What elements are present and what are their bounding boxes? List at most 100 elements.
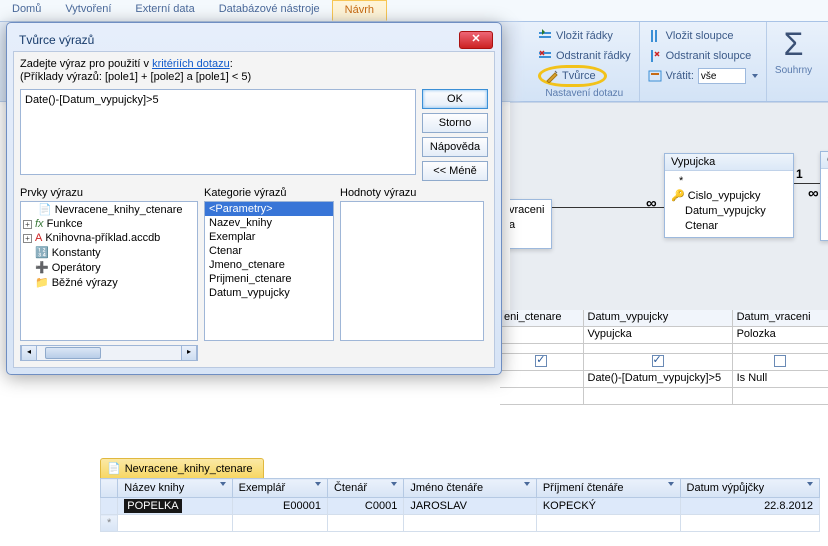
row-selector[interactable]	[101, 498, 118, 515]
chevron-down-icon[interactable]	[315, 482, 321, 486]
tab-create[interactable]: Vytvoření	[53, 0, 123, 21]
col-header[interactable]: Datum výpůjčky	[680, 479, 819, 498]
grid-criteria[interactable]	[500, 371, 584, 387]
delete-rows-icon	[538, 49, 552, 63]
show-checkbox[interactable]	[652, 355, 664, 367]
less-button[interactable]: << Méně	[422, 161, 488, 181]
list-item[interactable]: Exemplar	[205, 230, 333, 244]
query-icon: 📄	[38, 203, 52, 216]
return-input[interactable]	[698, 68, 746, 84]
col-header[interactable]: Čtenář	[327, 479, 403, 498]
main-tabs: Domů Vytvoření Externí data Databázové n…	[0, 0, 828, 22]
delete-cols-icon	[648, 49, 662, 63]
grid-field[interactable]: eni_ctenare	[500, 310, 584, 326]
ok-button[interactable]: OK	[422, 89, 488, 109]
col-header[interactable]: Příjmení čtenáře	[536, 479, 680, 498]
chevron-down-icon[interactable]	[807, 482, 813, 486]
new-row[interactable]: *	[101, 515, 820, 532]
expression-builder-dialog: Tvůrce výrazů ✕ Zadejte výraz pro použit…	[6, 22, 502, 375]
totals-label: Souhrny	[775, 65, 812, 76]
insert-rows-icon	[538, 29, 552, 43]
constants-icon: 🔢	[35, 246, 49, 259]
list-item[interactable]: Ctenar	[205, 244, 333, 258]
operators-icon: ➕	[35, 261, 49, 274]
tab-dbtools[interactable]: Databázové nástroje	[207, 0, 332, 21]
query-icon: 📄	[107, 462, 121, 475]
help-button[interactable]: Nápověda	[422, 137, 488, 157]
values-list[interactable]	[340, 201, 484, 341]
insert-cols-button[interactable]: Vložit sloupce	[648, 26, 758, 46]
grid-field[interactable]: Datum_vypujcky	[584, 310, 733, 326]
grid-table[interactable]	[500, 327, 584, 343]
grid-table[interactable]: Polozka	[733, 327, 828, 343]
field-item[interactable]: Datum_vypujcky	[671, 204, 787, 219]
select-all[interactable]	[101, 479, 118, 498]
return-icon	[648, 69, 662, 83]
expand-icon[interactable]: +	[23, 220, 32, 229]
dialog-instruction: Zadejte výraz pro použití v kritériích d…	[20, 58, 488, 70]
show-checkbox[interactable]	[535, 355, 547, 367]
field-item[interactable]: Ctenar	[671, 219, 787, 234]
table-row[interactable]: POPELKA E00001 C0001 JAROSLAV KOPECKÝ 22…	[101, 498, 820, 515]
cell[interactable]: POPELKA	[124, 499, 181, 513]
design-grid: eni_ctenare Datum_vypujcky Datum_vraceni…	[500, 310, 828, 405]
list-item[interactable]: Nazev_knihy	[205, 216, 333, 230]
criteria-link[interactable]: kritériích dotazu	[152, 58, 230, 70]
common-icon: 📁	[35, 276, 49, 289]
delete-rows-button[interactable]: Odstranit řádky	[538, 46, 631, 66]
expression-input[interactable]: Date()-[Datum_vypujcky]>5	[20, 89, 416, 175]
tab-design[interactable]: Návrh	[332, 0, 387, 21]
datasheet-tab[interactable]: 📄 Nevracene_knihy_ctenare	[100, 458, 264, 478]
rel-infinity: ∞	[646, 195, 657, 212]
cancel-button[interactable]: Storno	[422, 113, 488, 133]
cell[interactable]: KOPECKÝ	[536, 498, 680, 515]
show-checkbox[interactable]	[774, 355, 786, 367]
tab-external[interactable]: Externí data	[123, 0, 206, 21]
return-combo[interactable]: Vrátit:	[648, 66, 758, 86]
elements-tree[interactable]: 📄Nevracene_knihy_ctenare +fxFunkce +AKni…	[20, 201, 198, 341]
table-vypujcka[interactable]: Vypujcka * 🔑 Cislo_vypujcky Datum_vypujc…	[664, 153, 794, 238]
cell[interactable]: 22.8.2012	[680, 498, 819, 515]
chevron-down-icon[interactable]	[391, 482, 397, 486]
insert-rows-button[interactable]: Vložit řádky	[538, 26, 631, 46]
cell[interactable]: C0001	[327, 498, 403, 515]
grid-field[interactable]: Datum_vraceni	[733, 310, 828, 326]
panel-label: Hodnoty výrazu	[340, 187, 484, 199]
close-button[interactable]: ✕	[459, 31, 493, 49]
horizontal-scrollbar[interactable]: ◂ ▸	[20, 345, 198, 361]
delete-cols-button[interactable]: Odstranit sloupce	[648, 46, 758, 66]
chevron-down-icon[interactable]	[668, 482, 674, 486]
chevron-down-icon[interactable]	[524, 482, 530, 486]
grid-criteria[interactable]: Is Null	[733, 371, 828, 387]
database-icon: A	[35, 232, 42, 244]
insert-cols-icon	[648, 29, 662, 43]
col-header[interactable]: Název knihy	[118, 479, 232, 498]
chevron-down-icon[interactable]	[220, 482, 226, 486]
field-item[interactable]: 🔑 Cislo_vypujcky	[671, 189, 787, 204]
ribbon-group-label: Nastavení dotazu	[538, 88, 631, 99]
field-star[interactable]: *	[671, 174, 787, 189]
chevron-down-icon[interactable]	[752, 74, 758, 78]
expand-icon[interactable]: +	[23, 234, 32, 243]
col-header[interactable]: Exemplář	[232, 479, 327, 498]
list-item[interactable]: <Parametry>	[205, 202, 333, 216]
list-item[interactable]: Prijmeni_ctenare	[205, 272, 333, 286]
cell[interactable]: JAROSLAV	[404, 498, 537, 515]
table-ctenar-clip[interactable]: Ctena * 🔑	[820, 151, 828, 241]
categories-list[interactable]: <Parametry> Nazev_knihy Exemplar Ctenar …	[204, 201, 334, 341]
list-item[interactable]: Datum_vypujcky	[205, 286, 333, 300]
rel-infinity: ∞	[808, 185, 819, 202]
tab-home[interactable]: Domů	[0, 0, 53, 21]
list-item[interactable]: Jmeno_ctenare	[205, 258, 333, 272]
grid-table[interactable]: Vypujcka	[584, 327, 733, 343]
col-header[interactable]: Jméno čtenáře	[404, 479, 537, 498]
builder-button[interactable]: Tvůrce	[538, 65, 607, 87]
cell[interactable]: E00001	[232, 498, 327, 515]
dialog-example: (Příklady výrazů: [pole1] + [pole2] a [p…	[20, 71, 488, 83]
totals-button[interactable]: Σ	[775, 26, 812, 63]
grid-criteria[interactable]: Date()-[Datum_vypujcky]>5	[584, 371, 733, 387]
datasheet: 📄 Nevracene_knihy_ctenare Název knihy Ex…	[100, 458, 820, 532]
query-design-canvas[interactable]: vraceni a ∞ 1 Vypujcka * 🔑 Cislo_vypujck…	[510, 102, 828, 312]
new-row-icon: *	[101, 515, 118, 532]
table-title: Ctena	[821, 152, 828, 169]
